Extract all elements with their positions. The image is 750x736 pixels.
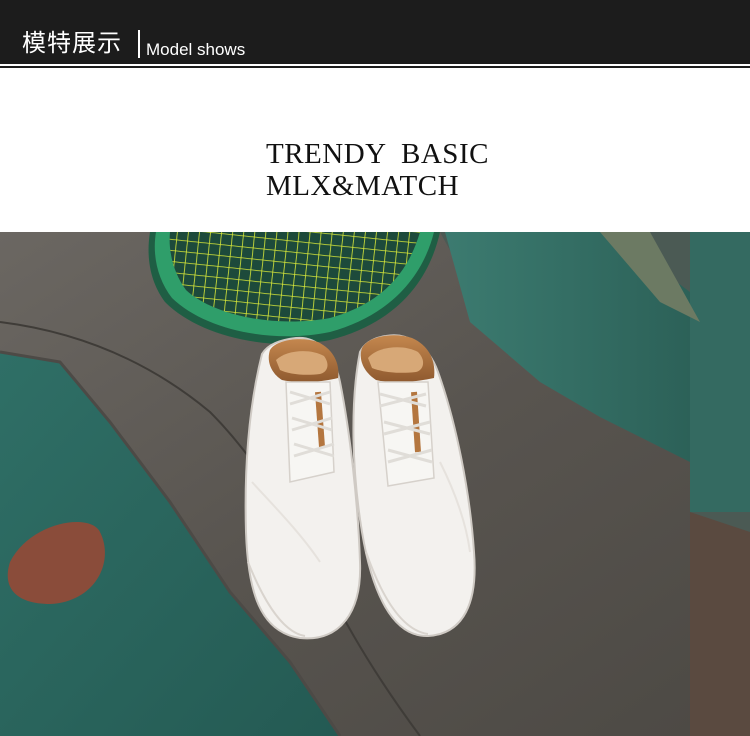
header-divider (138, 30, 140, 58)
header-underline (0, 64, 750, 66)
tagline-line-1: TRENDY BASIC (266, 138, 489, 170)
header-title-en: Model shows (146, 40, 246, 59)
header-bar: 模特展示 Model shows (0, 0, 750, 68)
header-title-cn: 模特展示 (22, 29, 122, 57)
tagline: TRENDY BASIC MLX&MATCH (266, 138, 489, 202)
tagline-line-2: MLX&MATCH (266, 170, 460, 202)
photo-scene (0, 232, 750, 736)
product-photo (0, 232, 750, 736)
